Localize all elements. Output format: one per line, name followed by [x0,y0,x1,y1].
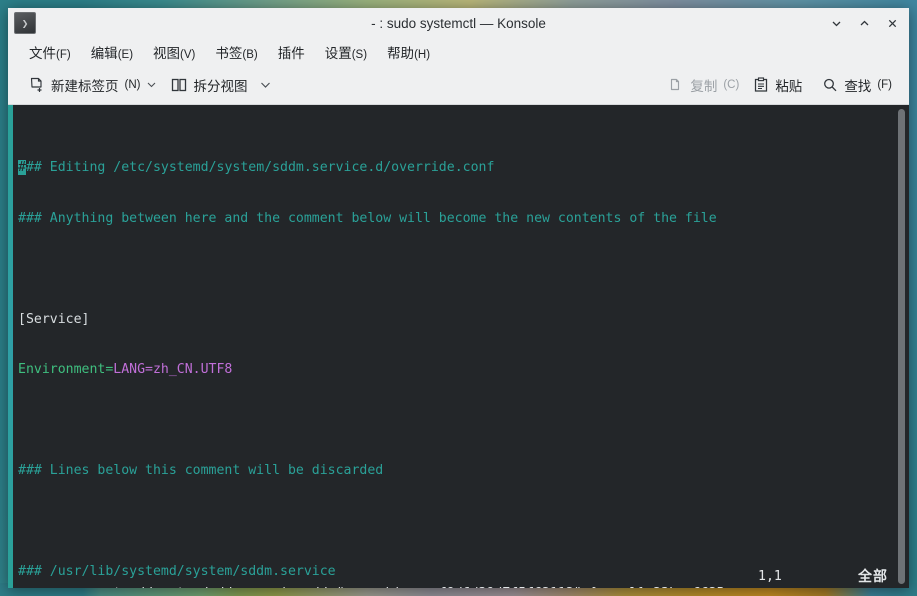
menu-item-view[interactable]: 视图(V) [144,38,204,66]
config-key: Environment= [18,361,114,377]
menu-label: 编辑 [90,46,118,61]
new-tab-mnemonic: (N) [124,79,141,91]
menu-mnemonic: (H) [414,49,431,61]
terminal-screen[interactable]: ### Editing /etc/systemd/system/sddm.ser… [13,105,893,588]
copy-icon [668,77,684,93]
paste-icon [753,77,769,93]
menu-item-file[interactable]: 文件(F) [20,38,80,66]
toolbar-right-group: 复制 (C) 粘贴 查找 (F) [661,70,899,100]
menu-label: 视图 [153,46,181,61]
status-ruler: 1,1 [758,569,782,584]
terminal-line: ### Lines below this comment will be dis… [18,462,384,478]
find-mnemonic: (F) [877,79,892,91]
window-title: - : sudo systemctl — Konsole [371,15,546,31]
chevron-down-icon[interactable] [146,79,157,91]
new-tab-label: 新建标签页 [51,79,119,94]
window-controls [823,11,905,35]
search-icon [822,77,838,93]
terminal-line: ### Anything between here and the commen… [18,210,717,226]
split-view-button[interactable]: 拆分视图 [164,70,279,100]
terminal-area[interactable]: ### Editing /etc/systemd/system/sddm.ser… [8,105,909,588]
menu-item-bookmarks[interactable]: 书签(B) [206,38,266,66]
menu-mnemonic: (B) [242,49,258,61]
find-button[interactable]: 查找 (F) [815,70,899,100]
find-label: 查找 [844,79,872,94]
close-button[interactable] [879,11,905,35]
paste-button[interactable]: 粘贴 [746,70,815,100]
menu-label: 文件 [29,46,56,61]
config-value: LANG=zh_CN.UTF8 [113,361,233,377]
konsole-prompt-icon: ❯ [14,12,36,34]
split-view-icon [171,77,187,93]
menu-item-settings[interactable]: 设置(S) [316,38,376,66]
minimize-button[interactable] [823,11,849,35]
copy-mnemonic: (C) [723,79,740,91]
scrollbar-thumb[interactable] [897,109,905,584]
terminal-scrollbar[interactable] [893,105,909,588]
new-tab-button[interactable]: 新建标签页 (N) [22,70,164,100]
paste-label: 粘贴 [775,79,803,94]
menu-mnemonic: (F) [56,49,71,61]
split-view-label: 拆分视图 [193,79,248,94]
status-file: <systemd/system/sddm.service.d/.#overrid… [82,586,725,588]
menu-label: 帮助 [387,46,415,61]
chevron-down-icon[interactable] [259,78,272,92]
menu-label: 插件 [277,46,305,61]
toolbar: 新建标签页 (N) 拆分视图 复制 (C) 粘贴 查找 (F) [8,66,909,105]
menu-mnemonic: (E) [117,49,134,61]
status-position: 全部 [858,568,888,584]
menu-bar: 文件(F) 编辑(E) 视图(V) 书签(B) 插件 设置(S) 帮助(H) [8,38,909,66]
maximize-button[interactable] [851,11,877,35]
konsole-window: ❯ - : sudo systemctl — Konsole 文件(F) 编辑(… [8,8,909,588]
menu-item-plugins[interactable]: 插件 [269,38,314,66]
new-tab-icon [29,77,45,93]
terminal-line: [Service] [18,311,90,327]
title-bar[interactable]: ❯ - : sudo systemctl — Konsole [8,8,909,38]
vim-status-line: <systemd/system/sddm.service.d/.#overrid… [18,568,893,588]
copy-button[interactable]: 复制 (C) [661,70,746,100]
copy-label: 复制 [690,79,718,94]
menu-label: 书签 [215,46,243,61]
terminal-line: Environment=LANG=zh_CN.UTF8 [18,362,893,379]
menu-item-help[interactable]: 帮助(H) [378,38,439,66]
text-cursor: # [18,160,26,176]
terminal-line: ### Editing /etc/systemd/system/sddm.ser… [18,160,893,177]
menu-mnemonic: (S) [351,49,368,61]
menu-label: 设置 [324,46,352,61]
line-text: ## Editing /etc/systemd/system/sddm.serv… [25,160,495,176]
menu-item-edit[interactable]: 编辑(E) [82,38,142,66]
menu-mnemonic: (V) [180,49,196,61]
